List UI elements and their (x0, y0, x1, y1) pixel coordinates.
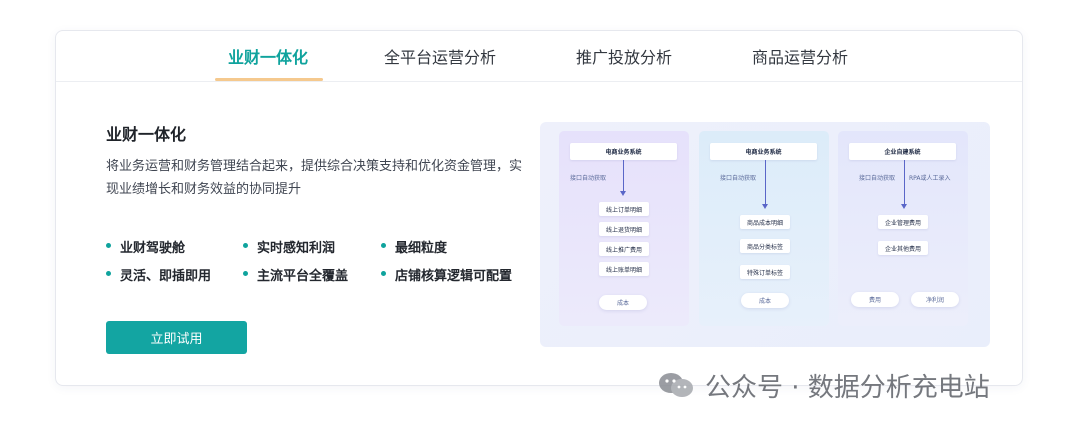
diagram-column-ecommerce-orders: 电商业务系统 接口自动获取 线上订单明细 线上退货明细 线上推广费用 线上账单明… (559, 131, 689, 326)
feature-item: 实时感知利润 (243, 237, 335, 256)
tab-ad-analysis[interactable]: 推广投放分析 (576, 44, 672, 68)
diagram-item: 线上订单明细 (599, 202, 649, 216)
arrow-head-icon (901, 204, 907, 209)
feature-item: 店铺核算逻辑可配置 (381, 265, 512, 284)
active-tab-indicator (215, 78, 323, 81)
feature-item: 业财驾驶舱 (106, 237, 185, 256)
diagram-output-pill: 费用 (851, 292, 899, 307)
arrow-head-icon (620, 191, 626, 196)
diagram-item: 线上账单明细 (599, 262, 649, 276)
diagram-item: 线上退货明细 (599, 222, 649, 236)
feature-item: 灵活、即插即用 (106, 265, 211, 284)
diagram-source-box: 电商业务系统 (570, 143, 677, 160)
diagram-arrow-label: RPA或人工录入 (909, 175, 951, 182)
watermark-text: 公众号 · 数据分析充电站 (705, 372, 990, 403)
diagram-item: 线上推广费用 (599, 242, 649, 256)
flow-arrow (904, 160, 905, 205)
diagram-output-pill: 成本 (741, 293, 789, 308)
tab-finance-integration[interactable]: 业财一体化 (228, 44, 308, 68)
diagram-column-enterprise-system: 企业自建系统 接口自动获取 RPA或人工录入 企业管理费用 企业其他费用 费用 … (838, 131, 968, 326)
wechat-icon (657, 372, 695, 398)
diagram-arrow-label: 接口自动获取 (720, 175, 757, 182)
feature-item: 主流平台全覆盖 (243, 265, 348, 284)
flow-arrow (765, 160, 766, 205)
diagram-arrow-label: 接口自动获取 (859, 175, 896, 182)
diagram-source-box: 企业自建系统 (849, 143, 956, 160)
tab-product-operations[interactable]: 商品运营分析 (752, 44, 848, 68)
section-title: 业财一体化 (106, 125, 187, 144)
diagram-item: 企业管理费用 (878, 215, 928, 229)
section-description: 将业务运营和财务管理结合起来，提供综合决策支持和优化资金管理，实现业绩增长和财务… (106, 159, 523, 197)
diagram-output-pill: 净利润 (911, 292, 959, 307)
architecture-diagram: 电商业务系统 接口自动获取 线上订单明细 线上退货明细 线上推广费用 线上账单明… (540, 122, 990, 347)
diagram-item: 企业其他费用 (878, 241, 928, 255)
tab-bar: 业财一体化 全平台运营分析 推广投放分析 商品运营分析 (56, 31, 1022, 82)
try-now-button[interactable]: 立即试用 (106, 321, 247, 354)
diagram-output-pill: 成本 (599, 295, 647, 310)
feature-card: 业财一体化 全平台运营分析 推广投放分析 商品运营分析 业财一体化 将业务运营和… (55, 30, 1023, 386)
diagram-column-product-costs: 电商业务系统 接口自动获取 商品成本明细 商品分类标签 特殊订单标签 成本 (699, 131, 829, 326)
arrow-head-icon (762, 204, 768, 209)
flow-arrow (623, 160, 624, 192)
diagram-arrow-label: 接口自动获取 (570, 175, 607, 182)
diagram-item: 商品成本明细 (740, 215, 790, 229)
feature-item: 最细粒度 (381, 237, 447, 256)
watermark: 公众号 · 数据分析充电站 (657, 367, 990, 403)
diagram-item: 商品分类标签 (740, 239, 790, 253)
diagram-item: 特殊订单标签 (740, 265, 790, 279)
tab-platform-operations[interactable]: 全平台运营分析 (384, 44, 496, 68)
diagram-source-box: 电商业务系统 (710, 143, 817, 160)
